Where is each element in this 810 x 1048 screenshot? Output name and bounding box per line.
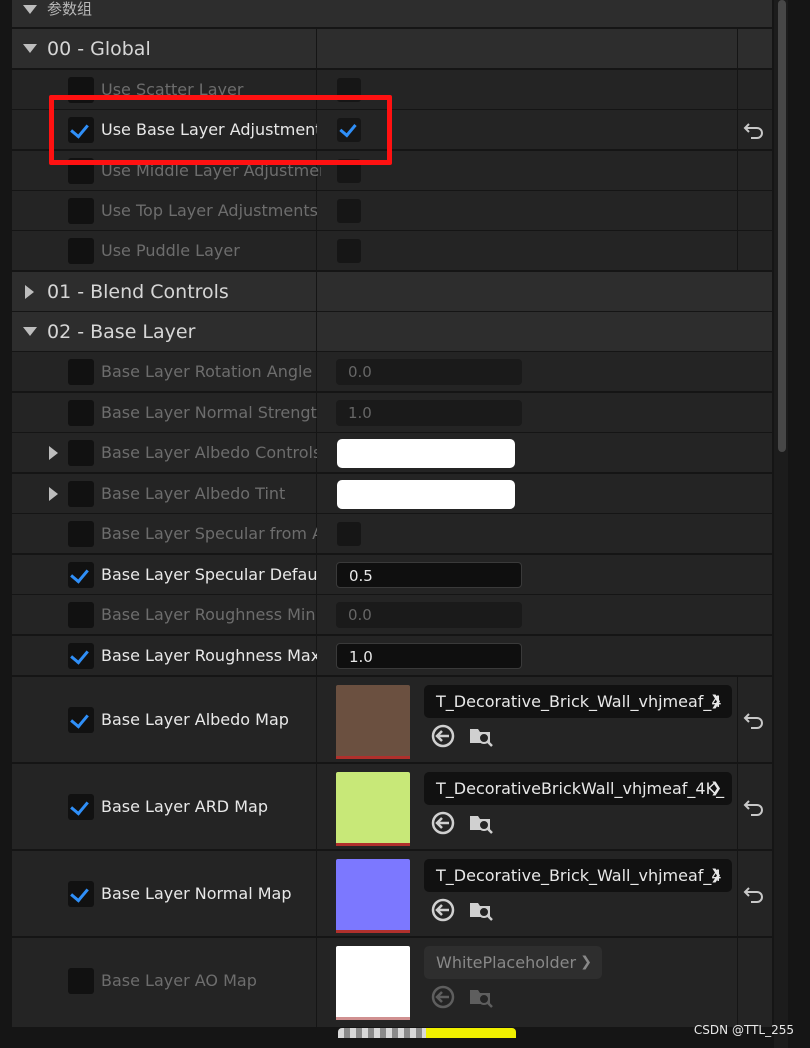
param-row-base-layer-albedo-controls: Base Layer Albedo Controls: [12, 433, 772, 473]
collapse-arrow-icon[interactable]: [23, 44, 37, 53]
value-checkbox[interactable]: [337, 522, 361, 546]
material-parameters-panel: 参数组 00 - Global Use Scatter Layer Use Ba…: [0, 0, 810, 1048]
param-label: Base Layer Specular Default: [101, 565, 317, 584]
asset-picker-combo[interactable]: T_Decorative_Brick_Wall_vhjmeaf_4 ❯: [424, 685, 732, 718]
partial-thumbnail: [338, 1028, 516, 1038]
use-selected-asset-icon[interactable]: [430, 723, 456, 749]
texture-thumbnail[interactable]: [336, 772, 410, 846]
param-label: Base Layer Albedo Map: [101, 710, 289, 729]
value-input[interactable]: 0.0: [336, 359, 522, 385]
texture-thumbnail[interactable]: [336, 859, 410, 933]
asset-name: T_DecorativeBrickWall_vhjmeaf_4K_: [436, 779, 725, 798]
highlight-box: [49, 95, 392, 165]
param-row-use-puddle-layer: Use Puddle Layer: [12, 231, 772, 271]
value-input[interactable]: 1.0: [336, 643, 522, 669]
category-blend-controls[interactable]: 01 - Blend Controls: [12, 272, 772, 312]
value-checkbox[interactable]: [337, 239, 361, 263]
expand-arrow-icon[interactable]: [25, 285, 34, 299]
param-label: Base Layer AO Map: [101, 971, 257, 990]
use-selected-asset-icon[interactable]: [430, 897, 456, 923]
reset-to-default-icon[interactable]: [743, 711, 765, 729]
texture-thumbnail[interactable]: [336, 946, 410, 1020]
param-label: Base Layer ARD Map: [101, 797, 268, 816]
param-row-base-layer-albedo-map: Base Layer Albedo Map T_Decorative_Brick…: [12, 677, 772, 763]
override-checkbox[interactable]: [68, 400, 94, 426]
browse-to-asset-icon[interactable]: [468, 897, 494, 923]
param-row-base-layer-ard-map: Base Layer ARD Map T_DecorativeBrickWall…: [12, 764, 772, 850]
value-input[interactable]: 0.0: [336, 602, 522, 628]
browse-to-asset-icon[interactable]: [468, 984, 494, 1010]
expand-arrow-icon[interactable]: [49, 446, 58, 460]
parameter-group-header[interactable]: 参数组: [12, 0, 772, 28]
value-checkbox[interactable]: [337, 199, 361, 223]
override-checkbox[interactable]: [68, 881, 94, 907]
color-swatch[interactable]: [337, 480, 515, 509]
category-label: 00 - Global: [47, 38, 151, 60]
asset-name: T_Decorative_Brick_Wall_vhjmeaf_4: [436, 866, 722, 885]
texture-thumbnail[interactable]: [336, 685, 410, 759]
param-row-base-layer-rotation-angle: Base Layer Rotation Angle 0.0: [12, 352, 772, 392]
chevron-down-icon: ❯: [580, 954, 592, 970]
category-global[interactable]: 00 - Global: [12, 29, 772, 69]
browse-to-asset-icon[interactable]: [468, 810, 494, 836]
use-selected-asset-icon[interactable]: [430, 984, 456, 1010]
param-row-base-layer-normal-strength: Base Layer Normal Strength 1.0: [12, 393, 772, 433]
reset-to-default-icon[interactable]: [743, 885, 765, 903]
asset-picker-combo[interactable]: WhitePlaceholder ❯: [424, 946, 602, 979]
param-label: Base Layer Normal Strength: [101, 403, 317, 422]
asset-name: T_Decorative_Brick_Wall_vhjmeaf_4: [436, 692, 722, 711]
param-row-base-layer-specular-default: Base Layer Specular Default 0.5: [12, 555, 772, 595]
override-checkbox[interactable]: [68, 707, 94, 733]
override-checkbox[interactable]: [68, 643, 94, 669]
color-swatch[interactable]: [337, 439, 515, 468]
param-row-base-layer-ao-map: Base Layer AO Map WhitePlaceholder ❯: [12, 938, 772, 1028]
param-label: Base Layer Albedo Tint: [101, 484, 286, 503]
chevron-down-icon: ❯: [710, 867, 722, 883]
asset-picker-combo[interactable]: T_Decorative_Brick_Wall_vhjmeaf_4 ❯: [424, 859, 732, 892]
override-checkbox[interactable]: [68, 968, 94, 994]
use-selected-asset-icon[interactable]: [430, 810, 456, 836]
param-row-base-layer-specular-from-albedo: Base Layer Specular from Al...: [12, 514, 772, 554]
param-label: Base Layer Roughness Min: [101, 605, 316, 624]
param-label: Base Layer Specular from Al...: [101, 524, 317, 543]
override-checkbox[interactable]: [68, 481, 94, 507]
category-label: 01 - Blend Controls: [47, 281, 229, 303]
scrollbar-thumb[interactable]: [778, 0, 786, 452]
param-label: Base Layer Roughness Max: [101, 646, 317, 665]
collapse-arrow-icon[interactable]: [23, 327, 37, 336]
param-row-use-top-layer-adjustments: Use Top Layer Adjustments: [12, 191, 772, 231]
browse-to-asset-icon[interactable]: [468, 723, 494, 749]
collapse-arrow-icon[interactable]: [23, 5, 37, 14]
group-label: 参数组: [47, 0, 93, 18]
override-checkbox[interactable]: [68, 602, 94, 628]
expand-arrow-icon[interactable]: [49, 487, 58, 501]
override-checkbox[interactable]: [68, 794, 94, 820]
override-checkbox[interactable]: [68, 440, 94, 466]
param-label: Base Layer Albedo Controls: [101, 443, 317, 462]
reset-to-default-icon[interactable]: [743, 798, 765, 816]
param-row-base-layer-roughness-min: Base Layer Roughness Min 0.0: [12, 595, 772, 635]
asset-picker-combo[interactable]: T_DecorativeBrickWall_vhjmeaf_4K_ ❯: [424, 772, 732, 805]
override-checkbox[interactable]: [68, 562, 94, 588]
override-checkbox[interactable]: [68, 238, 94, 264]
param-row-base-layer-normal-map: Base Layer Normal Map T_Decorative_Brick…: [12, 851, 772, 937]
param-label: Base Layer Rotation Angle: [101, 362, 313, 381]
override-checkbox[interactable]: [68, 521, 94, 547]
watermark: CSDN @TTL_255: [693, 1023, 794, 1037]
value-input[interactable]: 1.0: [336, 400, 522, 426]
param-row-base-layer-albedo-tint: Base Layer Albedo Tint: [12, 474, 772, 514]
category-base-layer[interactable]: 02 - Base Layer: [12, 312, 772, 352]
param-label: Use Puddle Layer: [101, 241, 240, 260]
asset-name: WhitePlaceholder: [436, 953, 577, 972]
override-checkbox[interactable]: [68, 359, 94, 385]
param-label: Base Layer Normal Map: [101, 884, 292, 903]
category-label: 02 - Base Layer: [47, 321, 196, 343]
value-input[interactable]: 0.5: [336, 562, 522, 588]
param-row-base-layer-roughness-max: Base Layer Roughness Max 1.0: [12, 636, 772, 676]
reset-to-default-icon[interactable]: [743, 121, 765, 139]
chevron-down-icon: ❯: [710, 780, 722, 796]
chevron-down-icon: ❯: [710, 693, 722, 709]
override-checkbox[interactable]: [68, 198, 94, 224]
param-label: Use Top Layer Adjustments: [101, 201, 317, 220]
